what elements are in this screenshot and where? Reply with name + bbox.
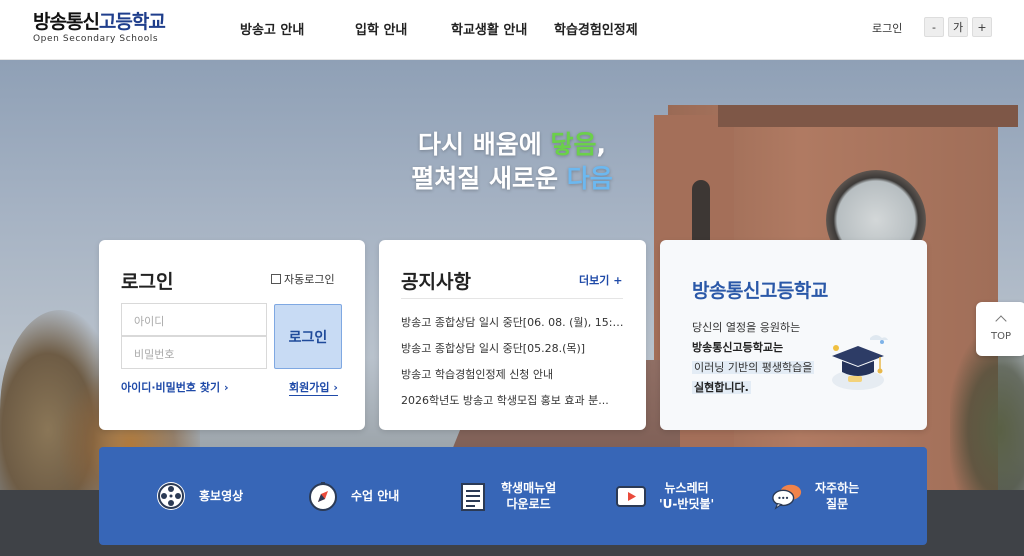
header-login-link[interactable]: 로그인 bbox=[872, 20, 902, 36]
notice-title: 공지사항 bbox=[401, 271, 471, 293]
promo-card: 방송통신고등학교 당신의 열정을 응원하는 방송통신고등학교는 이러닝 기반의 … bbox=[660, 240, 927, 430]
user-id-input[interactable]: 아이디 bbox=[121, 303, 267, 336]
divider bbox=[401, 298, 623, 299]
signup-link[interactable]: 회원가입 › bbox=[289, 379, 338, 396]
quick-link-student-manual[interactable]: 학생매뉴얼 다운로드 bbox=[457, 447, 556, 545]
site-header: 방송통신고등학교 Open Secondary Schools 방송고 안내 입… bbox=[0, 0, 1024, 60]
login-title: 로그인 bbox=[121, 271, 174, 293]
chevron-up-icon bbox=[995, 314, 1007, 327]
login-button[interactable]: 로그인 bbox=[274, 304, 342, 369]
notice-item[interactable]: 2026학년도 방송고 학생모집 홍보 효과 분... bbox=[401, 392, 625, 418]
promo-title: 방송통신고등학교 bbox=[692, 280, 828, 302]
plus-icon: + bbox=[613, 274, 623, 287]
auto-login-checkbox[interactable]: 자동로그인 bbox=[271, 271, 335, 287]
font-size-control: - 가 + bbox=[924, 17, 992, 37]
play-icon bbox=[615, 480, 647, 512]
find-id-password-link[interactable]: 아이디·비밀번호 찾기 › bbox=[121, 379, 228, 395]
logo-subtitle: Open Secondary Schools bbox=[33, 34, 159, 44]
notice-item[interactable]: 방송고 종합상담 일시 중단[05.28.(목)] bbox=[401, 340, 625, 366]
graduation-cap-icon bbox=[832, 335, 888, 390]
password-input[interactable]: 비밀번호 bbox=[121, 336, 267, 369]
logo-title: 방송통신고등학교 bbox=[33, 11, 166, 33]
nav-item-admission[interactable]: 입학 안내 bbox=[355, 19, 407, 38]
notice-item[interactable]: 방송고 종합상담 일시 중단[06. 08. (월), 15:0... bbox=[401, 314, 625, 340]
checkbox-icon[interactable] bbox=[271, 274, 281, 284]
quick-link-label: 홍보영상 bbox=[199, 489, 244, 503]
nav-item-school-life[interactable]: 학교생활 안내 bbox=[451, 19, 527, 38]
font-default-button[interactable]: 가 bbox=[948, 17, 968, 37]
quick-link-newsletter[interactable]: 뉴스레터 'U-반딧불' bbox=[615, 447, 714, 545]
scroll-top-button[interactable]: TOP bbox=[976, 302, 1024, 356]
nav-item-school-info[interactable]: 방송고 안내 bbox=[240, 19, 304, 38]
quick-link-faq[interactable]: 자주하는 질문 bbox=[771, 447, 859, 545]
quick-link-promo-video[interactable]: 홍보영상 bbox=[155, 447, 243, 545]
promo-text: 당신의 열정을 응원하는 방송통신고등학교는 이러닝 기반의 평생학습을 실현합… bbox=[692, 321, 815, 394]
login-card: 로그인 자동로그인 아이디 비밀번호 로그인 아이디·비밀번호 찾기 › 회원가… bbox=[99, 240, 365, 430]
quick-link-label: 수업 안내 bbox=[351, 489, 400, 503]
site-logo[interactable]: 방송통신고등학교 Open Secondary Schools bbox=[33, 11, 166, 45]
film-reel-icon bbox=[155, 480, 187, 512]
quick-link-label: 뉴스레터 'U-반딧불' bbox=[659, 481, 715, 511]
document-icon bbox=[457, 480, 489, 512]
notice-list: 방송고 종합상담 일시 중단[06. 08. (월), 15:0... 방송고 … bbox=[401, 314, 625, 418]
quick-link-label: 자주하는 질문 bbox=[815, 481, 860, 511]
compass-icon bbox=[307, 480, 339, 512]
quick-link-class-info[interactable]: 수업 안내 bbox=[307, 447, 399, 545]
chevron-right-icon: › bbox=[333, 381, 338, 394]
chat-bubbles-icon bbox=[771, 480, 803, 512]
notice-card: 공지사항 더보기 + 방송고 종합상담 일시 중단[06. 08. (월), 1… bbox=[379, 240, 646, 430]
hero-headline: 다시 배움에 닿음, 펼쳐질 새로운 다음 bbox=[411, 130, 613, 193]
notice-item[interactable]: 방송고 학습경험인정제 신청 안내 bbox=[401, 366, 625, 392]
font-decrease-button[interactable]: - bbox=[924, 17, 944, 37]
nav-item-learning-recognition[interactable]: 학습경험인정제 bbox=[554, 19, 638, 38]
quick-links-bar: 홍보영상 수업 안내 학생매뉴얼 다운로드 뉴스레터 'U-반딧불' 자주하는 … bbox=[99, 447, 927, 545]
quick-link-label: 학생매뉴얼 다운로드 bbox=[501, 481, 557, 511]
font-increase-button[interactable]: + bbox=[972, 17, 992, 37]
chevron-right-icon: › bbox=[223, 381, 229, 394]
notice-more-link[interactable]: 더보기 + bbox=[579, 272, 622, 288]
